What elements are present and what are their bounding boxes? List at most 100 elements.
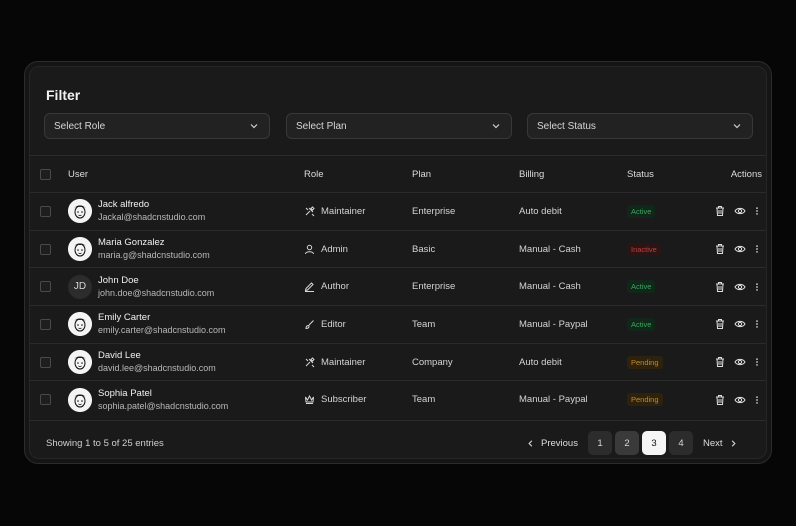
more-vertical-icon[interactable]: [752, 243, 762, 255]
page-button-1[interactable]: 1: [587, 431, 612, 455]
role-select-value: Select Role: [54, 120, 106, 132]
user-email: Jackal@shadcnstudio.com: [98, 212, 206, 223]
status-cell: Pending: [627, 381, 663, 418]
header-role: Role: [304, 168, 324, 180]
eye-icon[interactable]: [734, 318, 746, 330]
page-button-4[interactable]: 4: [668, 431, 693, 455]
table-footer: Showing 1 to 5 of 25 entries Previous 1 …: [30, 420, 766, 458]
entries-summary: Showing 1 to 5 of 25 entries: [46, 438, 164, 449]
eye-icon[interactable]: [734, 243, 746, 255]
page-button-3[interactable]: 3: [641, 431, 666, 455]
user-name: David Lee: [98, 350, 141, 362]
role-cell: Editor: [304, 306, 346, 343]
brush-icon: [305, 320, 314, 329]
status-badge: Pending: [627, 355, 663, 369]
trash-icon[interactable]: [714, 205, 726, 217]
trash-icon[interactable]: [714, 394, 726, 406]
status-cell: Pending: [627, 344, 663, 381]
row-checkbox[interactable]: [40, 356, 51, 368]
table-card-frame: Filter Select Role Select Plan Select St…: [24, 61, 772, 464]
role-label: Subscriber: [321, 394, 367, 406]
role-cell: Admin: [304, 231, 348, 268]
chevron-right-icon: [731, 439, 736, 447]
avatar: [68, 312, 92, 337]
chevron-left-icon: [528, 439, 533, 447]
previous-page-button[interactable]: Previous: [526, 438, 578, 449]
user-table-card: Filter Select Role Select Plan Select St…: [29, 66, 767, 459]
previous-label: Previous: [541, 437, 578, 449]
more-vertical-icon[interactable]: [752, 318, 762, 330]
header-user: User: [68, 168, 89, 180]
billing-cell: Auto debit: [519, 205, 562, 217]
eye-icon[interactable]: [734, 205, 746, 217]
user-cell: David Lee david.lee@shadcnstudio.com: [68, 344, 216, 381]
status-badge: Active: [627, 317, 656, 331]
trash-icon[interactable]: [714, 318, 726, 330]
status-cell: Active: [627, 193, 656, 230]
row-checkbox[interactable]: [40, 318, 51, 330]
actions-cell: [702, 193, 762, 230]
eye-icon[interactable]: [734, 394, 746, 406]
eye-icon[interactable]: [734, 281, 746, 293]
user-name: John Doe: [98, 274, 139, 286]
row-checkbox[interactable]: [40, 205, 51, 217]
status-cell: Active: [627, 268, 656, 305]
actions-cell: [702, 344, 762, 381]
plan-cell: Team: [412, 318, 436, 330]
eye-icon[interactable]: [734, 356, 746, 368]
role-label: Editor: [321, 318, 346, 330]
role-label: Maintainer: [321, 356, 366, 368]
actions-cell: [702, 231, 762, 268]
tools-icon: [305, 206, 315, 217]
avatar-initials: JD: [73, 281, 87, 293]
trash-icon[interactable]: [714, 281, 726, 293]
chevron-down-icon: [492, 124, 500, 129]
avatar: JD: [68, 274, 92, 299]
more-vertical-icon[interactable]: [752, 205, 762, 217]
actions-cell: [702, 268, 762, 305]
role-select[interactable]: Select Role: [44, 113, 270, 139]
pencil-icon: [304, 282, 314, 293]
table-row: Sophia Patel sophia.patel@shadcnstudio.c…: [30, 380, 766, 418]
next-label: Next: [702, 437, 723, 449]
next-page-button[interactable]: Next: [703, 438, 738, 449]
user-cell: Jack alfredo Jackal@shadcnstudio.com: [68, 193, 205, 230]
user-email: david.lee@shadcnstudio.com: [98, 363, 216, 374]
trash-icon[interactable]: [714, 243, 726, 255]
billing-cell: Manual - Paypal: [519, 394, 588, 406]
status-badge: Inactive: [627, 242, 661, 256]
status-cell: Active: [627, 306, 656, 343]
status-badge: Active: [627, 204, 656, 218]
user-name: Jack alfredo: [98, 199, 150, 211]
avatar: [68, 350, 92, 375]
plan-select-value: Select Plan: [296, 120, 347, 132]
row-checkbox[interactable]: [40, 394, 51, 406]
actions-cell: [702, 381, 762, 418]
row-checkbox[interactable]: [40, 281, 51, 293]
status-select[interactable]: Select Status: [527, 113, 753, 139]
user-cell: Maria Gonzalez maria.g@shadcnstudio.com: [68, 231, 210, 268]
chevron-down-icon: [250, 124, 258, 129]
role-label: Maintainer: [321, 205, 366, 217]
user-icon: [305, 244, 314, 254]
more-vertical-icon[interactable]: [752, 394, 762, 406]
page-button-2[interactable]: 2: [614, 431, 639, 455]
billing-cell: Manual - Cash: [519, 243, 581, 255]
role-cell: Subscriber: [304, 381, 366, 418]
row-checkbox[interactable]: [40, 243, 51, 255]
header-plan: Plan: [412, 168, 432, 180]
more-vertical-icon[interactable]: [752, 281, 762, 293]
table-row: Emily Carter emily.carter@shadcnstudio.c…: [30, 305, 766, 343]
user-name: Emily Carter: [98, 312, 151, 324]
trash-icon[interactable]: [714, 356, 726, 368]
role-label: Author: [321, 281, 349, 293]
table-header-row: User Role Plan Billing Status Actions: [30, 155, 766, 192]
users-table: User Role Plan Billing Status Actions Ja…: [30, 155, 766, 418]
table-row: Jack alfredo Jackal@shadcnstudio.com Mai…: [30, 192, 766, 230]
role-cell: Author: [304, 268, 349, 305]
more-vertical-icon[interactable]: [752, 356, 762, 368]
plan-select[interactable]: Select Plan: [286, 113, 512, 139]
user-name: Sophia Patel: [98, 387, 152, 399]
select-all-checkbox[interactable]: [40, 168, 51, 180]
status-select-value: Select Status: [537, 120, 596, 132]
